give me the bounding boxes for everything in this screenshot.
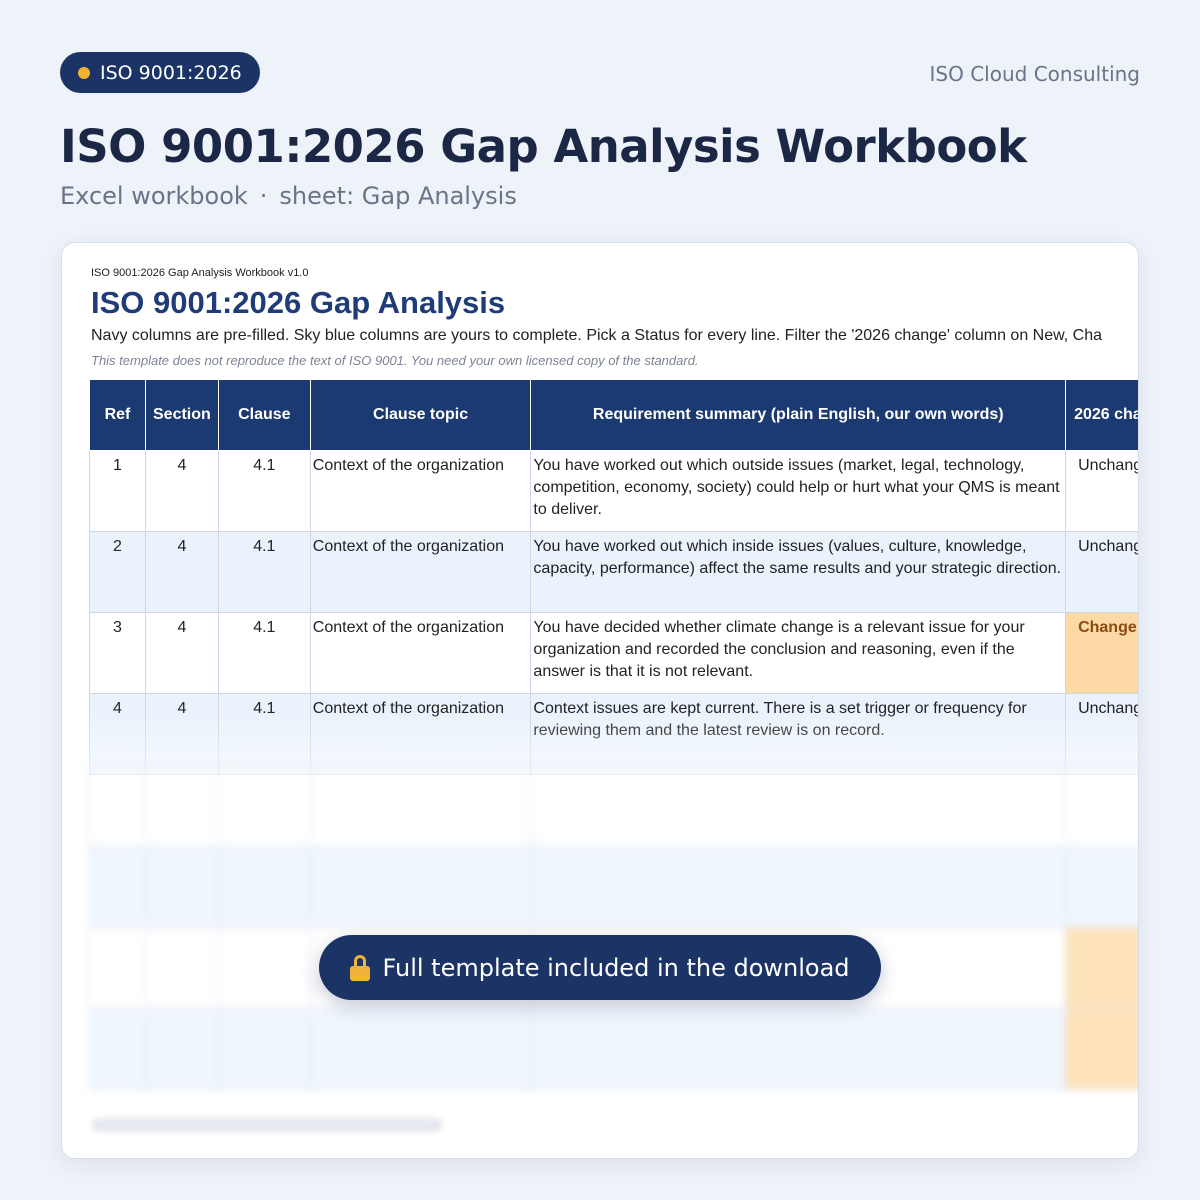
cell-clause[interactable]: 4.1	[217, 531, 311, 613]
subtitle-sheet: sheet: Gap Analysis	[279, 182, 517, 210]
header-clause-topic[interactable]: Clause topic	[309, 379, 532, 451]
table-row: 1 4 4.1 Context of the organization You …	[89, 450, 1138, 532]
blurred-rows	[89, 765, 1138, 1090]
workbook-preview-card: ISO 9001:2026 Gap Analysis Workbook v1.0…	[61, 242, 1139, 1159]
blurred-row	[89, 846, 1138, 928]
cell-ref[interactable]: 3	[89, 612, 146, 694]
cta-label: Full template included in the download	[382, 953, 850, 982]
cell-topic[interactable]: Context of the organization	[309, 531, 532, 613]
header-ref[interactable]: Ref	[89, 379, 146, 451]
sheet-note: This template does not reproduce the tex…	[91, 353, 699, 368]
sheet-header: ISO 9001:2026 Gap Analysis Workbook v1.0…	[91, 267, 1138, 368]
badge-label: ISO 9001:2026	[100, 61, 242, 84]
header-requirement-summary[interactable]: Requirement summary (plain English, our …	[530, 379, 1067, 451]
cell-section[interactable]: 4	[144, 531, 219, 613]
cell-clause[interactable]: 4.1	[217, 450, 311, 532]
cell-clause[interactable]: 4.1	[217, 612, 311, 694]
badge-dot-icon	[78, 66, 90, 79]
sheet-version: ISO 9001:2026 Gap Analysis Workbook v1.0	[91, 267, 309, 279]
blurred-row	[89, 765, 1138, 847]
table-row: 2 4 4.1 Context of the organization You …	[89, 531, 1138, 613]
blurred-table	[89, 765, 1138, 1090]
subtitle-separator: ·	[259, 182, 268, 210]
sheet-instructions: Navy columns are pre-filled. Sky blue co…	[91, 327, 1103, 344]
cell-topic[interactable]: Context of the organization	[309, 612, 532, 694]
header-2026-change[interactable]: 2026 cha	[1065, 379, 1138, 451]
cell-section[interactable]: 4	[144, 612, 219, 694]
table-row: 3 4 4.1 Context of the organization You …	[89, 612, 1138, 694]
sheet-title: ISO 9001:2026 Gap Analysis	[91, 285, 506, 320]
page-subtitle: Excel workbook · sheet: Gap Analysis	[60, 182, 517, 210]
lock-icon	[350, 954, 371, 981]
download-cta-button[interactable]: Full template included in the download	[319, 935, 881, 1000]
cell-topic[interactable]: Context of the organization	[309, 450, 532, 532]
cell-ref[interactable]: 1	[89, 450, 146, 532]
cell-change[interactable]: Unchang	[1065, 531, 1138, 613]
blurred-footer-text	[92, 1118, 442, 1132]
table-header-row: Ref Section Clause Clause topic Requirem…	[89, 379, 1138, 451]
header-section[interactable]: Section	[144, 379, 219, 451]
standard-badge: ISO 9001:2026	[60, 52, 260, 93]
cell-summary[interactable]: You have decided whether climate change …	[530, 612, 1067, 694]
blurred-row	[89, 1008, 1138, 1090]
cell-summary[interactable]: You have worked out which outside issues…	[530, 450, 1067, 532]
cell-change[interactable]: Unchang	[1065, 450, 1138, 532]
cell-ref[interactable]: 2	[89, 531, 146, 613]
cell-section[interactable]: 4	[144, 450, 219, 532]
brand-name: ISO Cloud Consulting	[929, 62, 1140, 86]
cell-summary[interactable]: You have worked out which inside issues …	[530, 531, 1067, 613]
header-clause[interactable]: Clause	[217, 379, 311, 451]
subtitle-kind: Excel workbook	[60, 182, 248, 210]
page-title: ISO 9001:2026 Gap Analysis Workbook	[60, 120, 1027, 173]
cell-change[interactable]: Change	[1065, 612, 1138, 694]
